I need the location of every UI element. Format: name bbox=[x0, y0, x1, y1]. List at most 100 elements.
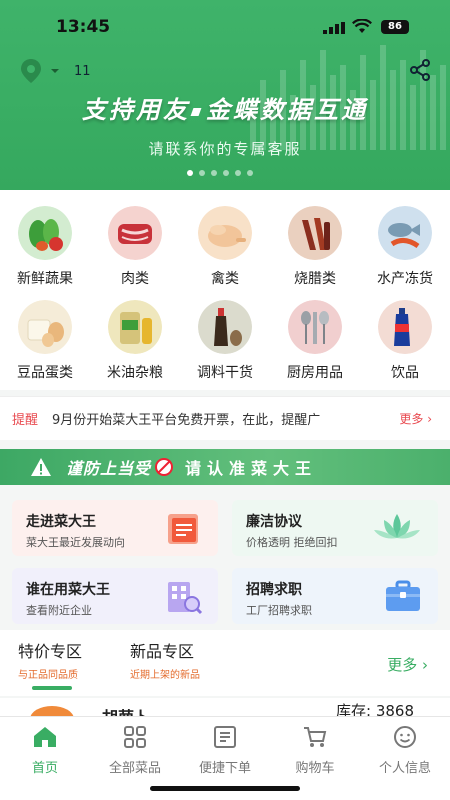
no-fraud-icon bbox=[155, 458, 174, 476]
battery-icon: 86 bbox=[381, 20, 409, 34]
tab-title: 特价专区 bbox=[18, 642, 83, 661]
drinks-icon bbox=[378, 300, 432, 354]
seasoning-icon bbox=[198, 300, 252, 354]
card-integrity-agreement[interactable]: 廉洁协议 价格透明 拒绝回扣 bbox=[232, 500, 438, 556]
chevron-right-icon: › bbox=[427, 412, 432, 426]
lotus-icon bbox=[374, 514, 420, 539]
category-grid: 新鲜蔬果 肉类 禽类 烧腊类 水产冻货 豆品蛋类 米油杂粮 调料干货 厨房用品 … bbox=[0, 190, 450, 390]
kitchenware-icon bbox=[288, 300, 342, 354]
tab-special-price[interactable]: 特价专区 与正品同品质 bbox=[18, 638, 82, 681]
card-subtitle: 查看附近企业 bbox=[26, 604, 92, 617]
banner-subtitle: 请联系你的专属客服 bbox=[148, 140, 302, 158]
card-title: 谁在用菜大王 bbox=[26, 582, 110, 598]
carousel-dot[interactable] bbox=[223, 170, 229, 176]
tabbar-label: 首页 bbox=[31, 761, 58, 776]
cart-icon bbox=[304, 727, 327, 747]
carousel-dots[interactable] bbox=[187, 170, 253, 176]
warning-text-1: 谨防上当受 bbox=[66, 459, 152, 478]
tabbar-label: 全部菜品 bbox=[108, 761, 161, 776]
tabbar-all-items[interactable]: 全部菜品 bbox=[90, 725, 180, 776]
tab-new-products[interactable]: 新品专区 近期上架的新品 bbox=[130, 638, 200, 681]
category-label: 调料干货 bbox=[197, 365, 253, 381]
card-title: 走进菜大王 bbox=[26, 514, 96, 530]
category-item-seasoning[interactable]: 调料干货 bbox=[180, 300, 270, 382]
banner-title: 支持用友 金蝶数据互通 bbox=[0, 90, 450, 125]
category-item-poultry[interactable]: 禽类 bbox=[180, 206, 270, 288]
notice-tag: 提醒 bbox=[12, 413, 39, 428]
category-item-meat[interactable]: 肉类 bbox=[90, 206, 180, 288]
briefcase-icon bbox=[386, 580, 420, 611]
warning-text-2: 请认准菜大王 bbox=[185, 459, 318, 478]
card-subtitle: 价格透明 拒绝回扣 bbox=[246, 536, 338, 549]
category-item-drinks[interactable]: 饮品 bbox=[360, 300, 450, 382]
tabbar-home[interactable]: 首页 bbox=[0, 725, 90, 776]
category-label: 烧腊类 bbox=[294, 271, 336, 287]
tabbar-quick-order[interactable]: 便捷下单 bbox=[180, 725, 270, 776]
tabbar-label: 个人信息 bbox=[378, 761, 431, 776]
tab-title: 新品专区 bbox=[130, 642, 195, 661]
tofu-eggs-icon bbox=[18, 300, 72, 354]
rice-oil-icon bbox=[108, 300, 162, 354]
home-indicator bbox=[150, 786, 300, 791]
notice-more-label: 更多 bbox=[399, 412, 424, 426]
location-pin-icon bbox=[21, 59, 41, 83]
order-icon bbox=[214, 726, 236, 748]
card-who-uses[interactable]: 谁在用菜大王 查看附近企业 bbox=[12, 568, 218, 624]
card-about-us[interactable]: 走进菜大王 菜大王最近发展动向 bbox=[12, 500, 218, 556]
category-item-roast-meat[interactable]: 烧腊类 bbox=[270, 206, 360, 288]
top-banner[interactable]: 13:45 86 11 支持用友 金蝶数据互通 请联系你的专属客服 bbox=[0, 0, 450, 190]
banner-title-part1: 支持用友 bbox=[82, 96, 190, 124]
category-item-kitchenware[interactable]: 厨房用品 bbox=[270, 300, 360, 382]
card-title: 招聘求职 bbox=[246, 582, 302, 598]
carousel-dot[interactable] bbox=[199, 170, 205, 176]
status-time: 13:45 bbox=[56, 17, 111, 37]
tabbar-label: 购物车 bbox=[295, 761, 335, 776]
anti-fraud-banner[interactable]: 谨防上当受 请认准菜大王 bbox=[0, 449, 450, 485]
tabbar-profile[interactable]: 个人信息 bbox=[360, 725, 450, 776]
carousel-dot[interactable] bbox=[187, 170, 193, 176]
news-icon bbox=[168, 514, 198, 544]
tabbar-label: 便捷下单 bbox=[198, 761, 251, 776]
category-label: 肉类 bbox=[121, 271, 149, 287]
poultry-icon bbox=[198, 206, 252, 260]
user-icon bbox=[394, 726, 416, 748]
tabbar-cart[interactable]: 购物车 bbox=[270, 725, 360, 776]
category-item-tofu-eggs[interactable]: 豆品蛋类 bbox=[0, 300, 90, 382]
roast-meat-icon bbox=[288, 206, 342, 260]
tab-subtitle: 与正品同品质 bbox=[18, 670, 78, 681]
chevron-right-icon: › bbox=[422, 656, 428, 674]
cellular-signal-icon bbox=[323, 22, 345, 34]
category-label: 新鲜蔬果 bbox=[17, 271, 73, 287]
notice-text[interactable]: 9月份开始菜大王平台免费开票，在此，提醒广 bbox=[52, 409, 382, 428]
carousel-dot[interactable] bbox=[211, 170, 217, 176]
meat-icon bbox=[108, 206, 162, 260]
chevron-down-icon bbox=[51, 69, 59, 73]
seafood-icon bbox=[378, 206, 432, 260]
card-title: 廉洁协议 bbox=[246, 514, 302, 530]
category-item-seafood[interactable]: 水产冻货 bbox=[360, 206, 450, 288]
tabs-more-link[interactable]: 更多 › bbox=[387, 654, 428, 675]
grid-icon bbox=[124, 726, 146, 748]
notice-more-link[interactable]: 更多 › bbox=[399, 410, 432, 427]
home-icon bbox=[34, 727, 56, 747]
category-item-rice-oil[interactable]: 米油杂粮 bbox=[90, 300, 180, 382]
building-search-icon bbox=[168, 582, 203, 615]
location-selector[interactable]: 11 bbox=[18, 58, 91, 84]
category-label: 厨房用品 bbox=[287, 365, 343, 381]
card-subtitle: 工厂招聘求职 bbox=[246, 604, 312, 617]
notice-bar[interactable]: 提醒 9月份开始菜大王平台免费开票，在此，提醒广 更多 › bbox=[0, 396, 450, 440]
location-code: 11 bbox=[74, 63, 91, 79]
category-label: 禽类 bbox=[211, 271, 239, 287]
banner-title-separator bbox=[190, 108, 202, 116]
carousel-dot[interactable] bbox=[247, 170, 253, 176]
banner-title-part2: 金蝶数据互通 bbox=[206, 96, 368, 124]
carousel-dot[interactable] bbox=[235, 170, 241, 176]
category-label: 米油杂粮 bbox=[107, 365, 163, 381]
category-item-vegetables[interactable]: 新鲜蔬果 bbox=[0, 206, 90, 288]
card-recruitment[interactable]: 招聘求职 工厂招聘求职 bbox=[232, 568, 438, 624]
share-icon[interactable] bbox=[408, 58, 432, 82]
vegetables-icon bbox=[18, 206, 72, 260]
category-label: 饮品 bbox=[391, 365, 419, 381]
wifi-icon bbox=[352, 19, 372, 33]
active-tab-indicator bbox=[32, 686, 72, 690]
